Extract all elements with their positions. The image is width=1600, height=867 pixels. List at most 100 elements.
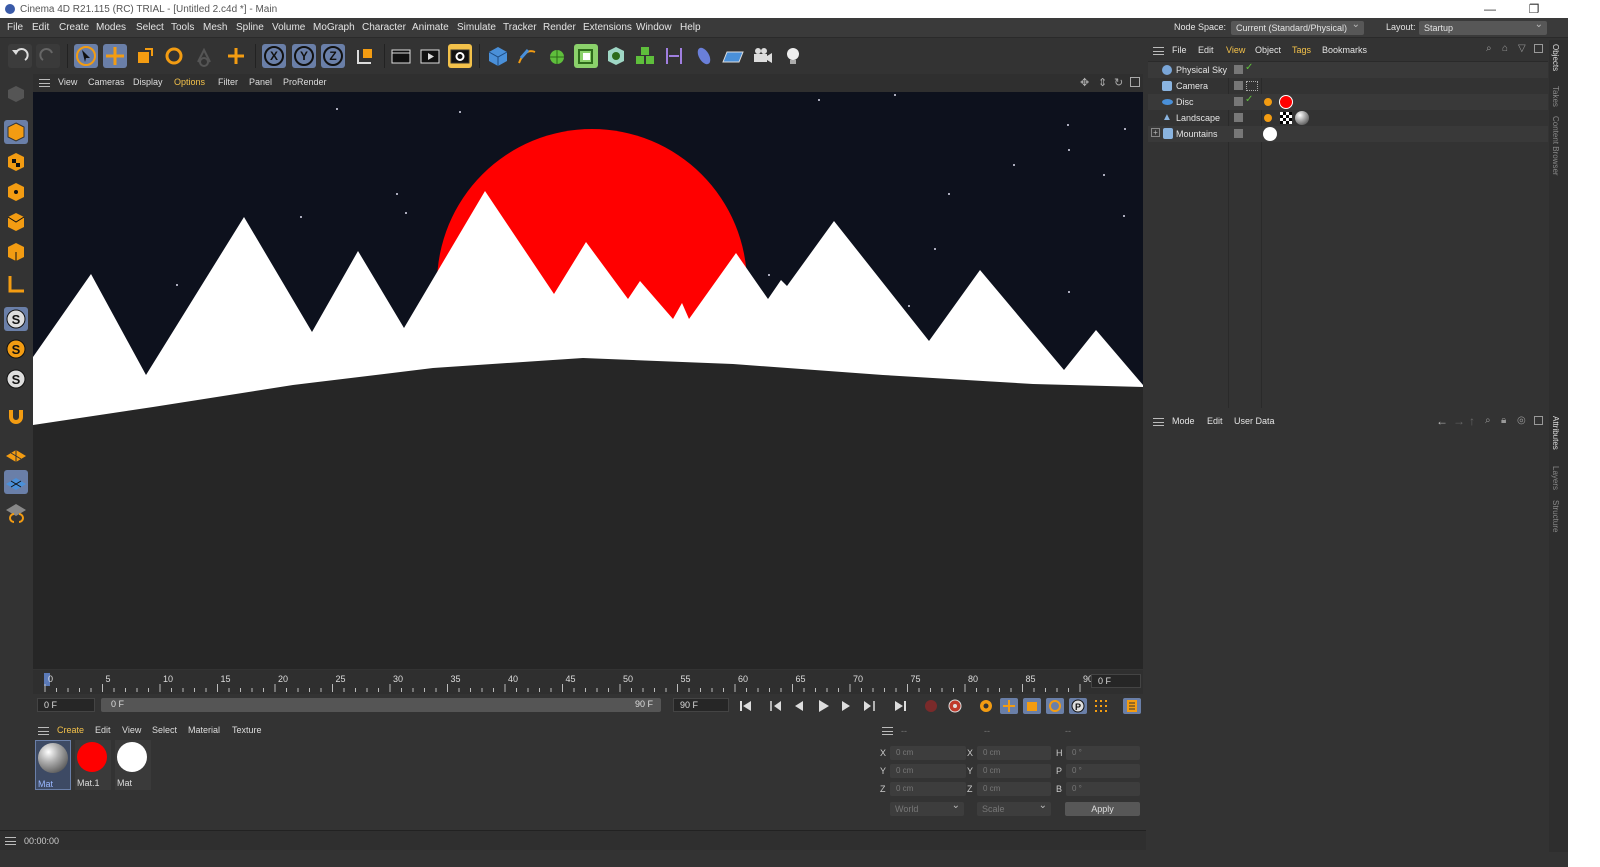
viewport-menu-filter[interactable]: Filter (218, 77, 238, 87)
model-mode-icon[interactable] (4, 120, 28, 144)
material-menu-create[interactable]: Create (57, 725, 84, 735)
previous-frame-icon[interactable] (790, 698, 808, 714)
record-parameter-icon[interactable]: P (1069, 698, 1087, 714)
workplane-snap-icon[interactable]: S (4, 367, 28, 391)
viewport-menu-prorender[interactable]: ProRender (283, 77, 327, 87)
rotate-icon[interactable] (162, 44, 186, 68)
live-selection-icon[interactable] (74, 44, 98, 68)
menu-modes[interactable]: Modes (96, 22, 126, 33)
coordinate-mode-select[interactable]: Scale (977, 799, 1051, 816)
coordinates-menu-icon[interactable] (882, 727, 893, 735)
polygons-mode-icon[interactable] (4, 240, 28, 264)
timeline-window-icon[interactable] (1123, 698, 1141, 714)
home-icon[interactable]: ⌂ (1502, 43, 1508, 54)
position-x-field[interactable]: 0 cm (890, 746, 966, 760)
menu-window[interactable]: Window (636, 22, 672, 33)
object-row-physical-sky[interactable]: Physical Sky ✓ (1148, 62, 1548, 78)
layer-toggle-icon[interactable] (1234, 129, 1243, 138)
current-frame-field[interactable]: 0 F (1091, 674, 1141, 688)
enable-snapping-icon[interactable]: S (4, 307, 28, 331)
expand-icon[interactable]: + (1151, 128, 1160, 137)
object-row-mountains[interactable]: + Mountains (1148, 126, 1548, 142)
size-x-field[interactable]: 0 cm (977, 746, 1051, 760)
viewport-menu-icon[interactable] (39, 79, 50, 87)
rotation-b-field[interactable]: 0 ° (1066, 782, 1140, 796)
texture-mode-icon[interactable] (4, 150, 28, 174)
forward-arrow-icon[interactable]: → (1453, 414, 1465, 428)
keyframe-selection-icon[interactable] (977, 698, 995, 714)
autokeying-icon[interactable] (946, 698, 964, 714)
object-menu-view[interactable]: View (1226, 45, 1245, 55)
menu-animate[interactable]: Animate (412, 22, 449, 33)
render-settings-icon[interactable] (448, 44, 472, 68)
menu-character[interactable]: Character (362, 22, 406, 33)
size-y-field[interactable]: 0 cm (977, 764, 1051, 778)
viewport-menu-panel[interactable]: Panel (249, 77, 272, 87)
volume-builder-icon[interactable] (604, 44, 628, 68)
menu-spline[interactable]: Spline (236, 22, 264, 33)
lock-icon[interactable]: 🔒︎ (1501, 415, 1506, 426)
layer-toggle-icon[interactable] (1234, 113, 1243, 122)
pen-spline-icon[interactable] (515, 44, 539, 68)
camera-tag-icon[interactable] (1246, 81, 1258, 91)
menu-volume[interactable]: Volume (272, 22, 305, 33)
planar-workplane-icon[interactable] (4, 500, 28, 524)
coordinate-space-select[interactable]: World (890, 799, 964, 816)
material-thumb[interactable]: Mat (115, 740, 151, 790)
object-menu-bookmarks[interactable]: Bookmarks (1322, 45, 1367, 55)
menu-help[interactable]: Help (680, 22, 701, 33)
y-axis-lock-icon[interactable]: Y (292, 44, 316, 68)
z-axis-lock-icon[interactable]: Z (321, 44, 345, 68)
object-menu-tags[interactable]: Tags (1292, 45, 1311, 55)
move-icon[interactable] (103, 44, 127, 68)
material-menu-edit[interactable]: Edit (95, 725, 111, 735)
record-point-level-icon[interactable] (1092, 698, 1110, 714)
pan-view-icon[interactable]: ✥ (1080, 76, 1089, 89)
object-row-disc[interactable]: Disc ✓ (1148, 94, 1548, 110)
material-menu-icon[interactable] (38, 727, 49, 735)
coordinate-system-icon[interactable] (353, 44, 377, 68)
make-editable-icon[interactable] (4, 82, 28, 106)
filter-icon[interactable]: ▽ (1518, 43, 1526, 54)
material-menu-view[interactable]: View (122, 725, 141, 735)
points-mode-icon[interactable] (4, 180, 28, 204)
previous-key-icon[interactable] (767, 698, 785, 714)
size-z-field[interactable]: 0 cm (977, 782, 1051, 796)
position-y-field[interactable]: 0 cm (890, 764, 966, 778)
new-manager-icon[interactable] (1534, 416, 1543, 425)
menu-extensions[interactable]: Extensions (583, 22, 632, 33)
render-view-icon[interactable] (389, 44, 413, 68)
light-icon[interactable] (781, 44, 805, 68)
rotate-view-icon[interactable]: ↻ (1114, 76, 1123, 89)
phong-tag-icon[interactable] (1264, 98, 1272, 106)
x-axis-lock-icon[interactable]: X (262, 44, 286, 68)
target-icon[interactable]: ◎ (1517, 415, 1526, 426)
end-frame-field[interactable]: 90 F (673, 698, 729, 712)
viewport-menu-display[interactable]: Display (133, 77, 163, 87)
menu-tools[interactable]: Tools (171, 22, 194, 33)
gray-material-tag-icon[interactable] (1295, 111, 1309, 125)
camera-icon[interactable] (751, 44, 775, 68)
attribute-menu-user-data[interactable]: User Data (1234, 416, 1275, 426)
tab-takes[interactable]: Takes (1551, 86, 1560, 107)
rotation-h-field[interactable]: 0 ° (1066, 746, 1140, 760)
minimize-button[interactable]: — (1468, 1, 1512, 17)
redo-icon[interactable] (36, 44, 60, 68)
white-material-tag-icon[interactable] (1263, 127, 1277, 141)
menu-file[interactable]: File (7, 22, 23, 33)
object-menu-object[interactable]: Object (1255, 45, 1281, 55)
axis-mode-icon[interactable] (4, 272, 28, 296)
cube-icon[interactable] (486, 44, 510, 68)
record-active-objects-icon[interactable] (922, 698, 940, 714)
tab-content-browser[interactable]: Content Browser (1551, 116, 1560, 176)
deformer-icon[interactable] (662, 44, 686, 68)
material-menu-material[interactable]: Material (188, 725, 220, 735)
up-arrow-icon[interactable]: ↑ (1469, 414, 1475, 428)
record-scale-icon[interactable] (1023, 698, 1041, 714)
dolly-view-icon[interactable]: ⇕ (1098, 76, 1107, 89)
tab-structure[interactable]: Structure (1551, 500, 1560, 532)
layer-toggle-icon[interactable] (1234, 81, 1243, 90)
enabled-check-icon[interactable]: ✓ (1245, 94, 1253, 105)
search-icon[interactable]: ⌕ (1485, 415, 1491, 426)
tab-objects[interactable]: Objects (1551, 44, 1560, 71)
